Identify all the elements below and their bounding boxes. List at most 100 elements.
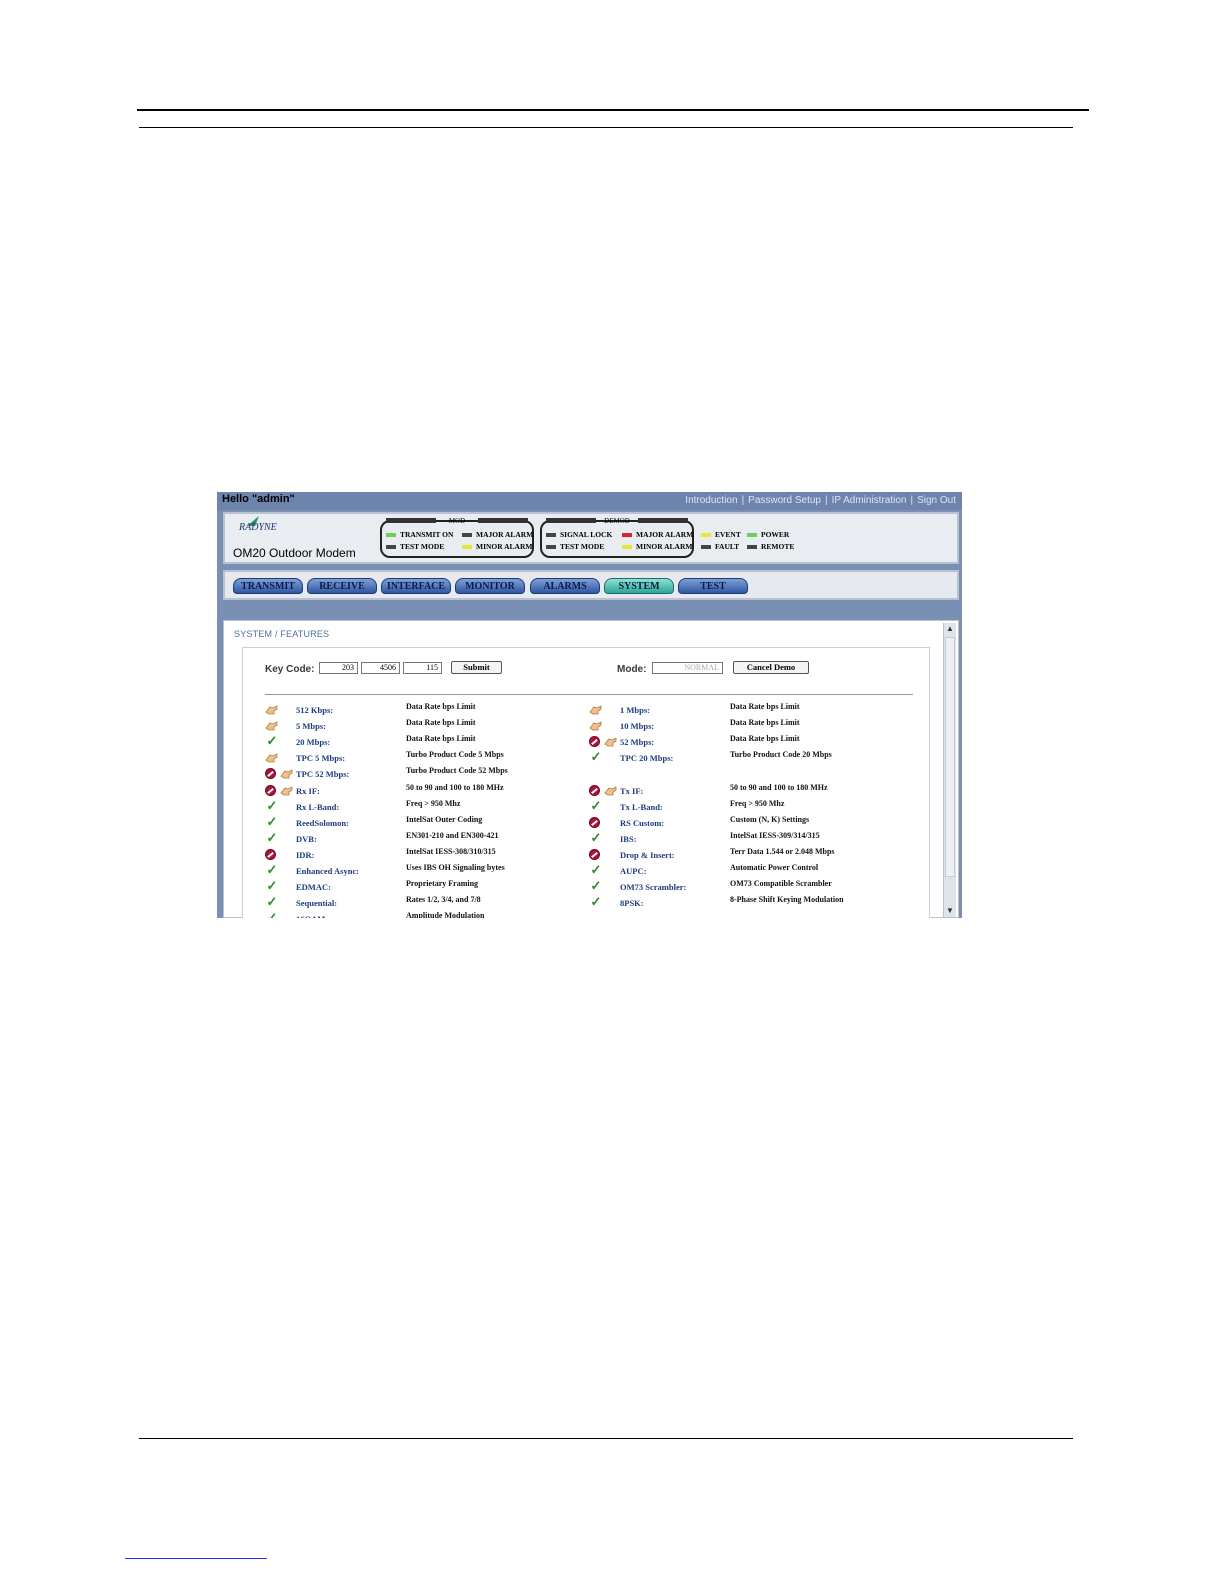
feature-icons <box>589 783 619 797</box>
submit-button[interactable]: Submit <box>451 661 502 674</box>
feature-description: IntelSat IESS-308/310/315 <box>406 846 496 856</box>
key-code-field-1[interactable]: 203 <box>319 662 358 674</box>
feature-row: Rx IF: 50 to 90 and 100 to 180 MHz <box>265 783 585 799</box>
indicator-label: TEST MODE <box>560 542 605 551</box>
tab-monitor[interactable]: MONITOR <box>455 578 525 594</box>
led-icon <box>622 533 632 538</box>
feature-name: Enhanced Async: <box>296 866 360 876</box>
feature-name: 512 Kbps: <box>296 705 334 715</box>
feature-description: Data Rate bps Limit <box>406 734 476 744</box>
indicator-label: REMOTE <box>761 542 795 551</box>
feature-row: ✓ DVB: EN301-210 and EN300-421 <box>265 830 585 847</box>
scroll-down-icon[interactable]: ▼ <box>945 906 955 916</box>
feature-name: RS Custom: <box>620 817 665 828</box>
feature-icons: ✓ <box>589 830 619 845</box>
footer-link-underline <box>125 1558 267 1559</box>
feature-description: 8-Phase Shift Keying Modulation <box>730 895 844 905</box>
feature-description: Data Rate bps Limit <box>730 702 800 711</box>
feature-description: IntelSat IESS-309/314/315 <box>730 830 820 840</box>
link-separator: | <box>910 495 914 506</box>
blocked-icon <box>589 816 600 828</box>
main-tabs: TRANSMIT RECEIVE INTERFACE MONITOR ALARM… <box>223 570 959 600</box>
feature-icons <box>589 702 619 716</box>
key-code-field-2[interactable]: 4506 <box>361 662 400 674</box>
feature-icons <box>589 847 619 861</box>
feature-row: ✓ 20 Mbps: Data Rate bps Limit <box>265 734 585 750</box>
link-ip-administration[interactable]: IP Administration <box>832 495 907 506</box>
led-icon <box>701 533 711 538</box>
tab-system[interactable]: SYSTEM <box>604 578 674 594</box>
indicator-label: TRANSMIT ON <box>400 530 454 539</box>
feature-row: ✓ IBS: IntelSat IESS-309/314/315 <box>589 830 909 847</box>
feature-row: Drop & Insert: Terr Data 1.544 or 2.048 M… <box>589 847 909 863</box>
feature-row: ✓ TPC 20 Mbps: Turbo Product Code 20 Mbps <box>589 750 909 766</box>
scroll-thumb[interactable] <box>945 637 955 877</box>
blocked-icon <box>589 784 600 796</box>
feature-name: 10 Mbps: <box>620 721 655 732</box>
led-icon <box>701 545 711 550</box>
feature-name: Tx IF: <box>620 785 644 796</box>
feature-name: Rx IF: <box>296 785 320 796</box>
mode-label: Mode: <box>617 664 647 675</box>
cancel-demo-button[interactable]: Cancel Demo <box>733 661 809 674</box>
pointing-hand-icon <box>589 720 602 731</box>
blocked-icon <box>265 848 276 860</box>
demod-indicator-minor-alarm: MINOR ALARM <box>622 542 692 551</box>
model-name: OM20 Outdoor Modem <box>233 546 356 560</box>
feature-description: 50 to 90 and 100 to 180 MHz <box>406 782 504 792</box>
feature-icons <box>265 783 295 797</box>
led-icon <box>386 533 396 538</box>
tab-transmit[interactable]: TRANSMIT <box>233 578 303 594</box>
feature-icons: ✓ <box>265 879 295 893</box>
feature-description: Data Rate bps Limit <box>406 718 476 728</box>
link-password-setup[interactable]: Password Setup <box>748 495 821 506</box>
feature-description: Turbo Product Code 5 Mbps <box>406 750 504 760</box>
key-code-field-3[interactable]: 115 <box>403 662 442 674</box>
feature-description: Custom (N, K) Settings <box>730 814 810 824</box>
pointing-hand-icon <box>589 704 602 715</box>
pointing-hand-icon <box>265 704 278 715</box>
mode-field[interactable]: NORMAL <box>652 662 723 674</box>
pointing-hand-icon <box>265 752 278 763</box>
led-icon <box>622 545 632 550</box>
demod-status-panel: DEMOD SIGNAL LOCK MAJOR ALARM TEST MODE … <box>540 517 694 558</box>
feature-description: Freq > 950 Mhz <box>730 798 785 808</box>
feature-name: Tx L-Band: <box>620 801 663 812</box>
feature-description: OM73 Compatible Scrambler <box>730 879 832 889</box>
brand-logo: RADYNE <box>239 522 277 533</box>
feature-icons: ✓ <box>589 895 619 909</box>
feature-description: Terr Data 1.544 or 2.048 Mbps <box>730 846 835 856</box>
tab-alarms[interactable]: ALARMS <box>530 578 600 594</box>
indicator-label: SIGNAL LOCK <box>560 530 613 539</box>
feature-name: EDMAC: <box>296 882 331 893</box>
link-sign-out[interactable]: Sign Out <box>917 495 956 506</box>
tab-receive[interactable]: RECEIVE <box>307 578 377 594</box>
scroll-up-icon[interactable]: ▲ <box>945 624 955 634</box>
feature-description: EN301-210 and EN300-421 <box>406 830 499 840</box>
demod-panel-title: DEMOD <box>604 517 630 525</box>
feature-icons: ✓ <box>589 863 619 877</box>
feature-name: 20 Mbps: <box>296 737 331 748</box>
feature-row: Tx IF: 50 to 90 and 100 to 180 MHz <box>589 783 909 799</box>
feature-icons: ✓ <box>265 814 295 829</box>
tab-test[interactable]: TEST <box>678 578 748 594</box>
link-introduction[interactable]: Introduction <box>685 495 737 506</box>
feature-icons: ✓ <box>589 750 619 764</box>
pointing-hand-icon <box>280 768 293 779</box>
feature-description: Data Rate bps Limit <box>730 718 800 728</box>
feature-description: Amplitude Modulation <box>406 911 485 918</box>
indicator-label: MAJOR ALARM <box>636 530 694 539</box>
vertical-scrollbar[interactable]: ▲ ▼ <box>943 623 956 917</box>
feature-icons <box>265 766 295 780</box>
feature-row: 10 Mbps: Data Rate bps Limit <box>589 718 909 734</box>
feature-row: TPC 52 Mbps: Turbo Product Code 52 Mbps <box>265 766 585 782</box>
feature-row: ✓ ReedSolomon: IntelSat Outer Coding <box>265 814 585 831</box>
check-icon: ✓ <box>590 878 602 894</box>
feature-description: Proprietary Framing <box>406 879 479 889</box>
led-icon <box>747 545 757 550</box>
demod-indicator-signal-lock: SIGNAL LOCK <box>546 530 612 539</box>
check-icon: ✓ <box>590 797 602 813</box>
feature-icons <box>265 750 295 764</box>
feature-name: Drop & Insert: <box>620 849 675 860</box>
tab-interface[interactable]: INTERFACE <box>381 578 451 594</box>
